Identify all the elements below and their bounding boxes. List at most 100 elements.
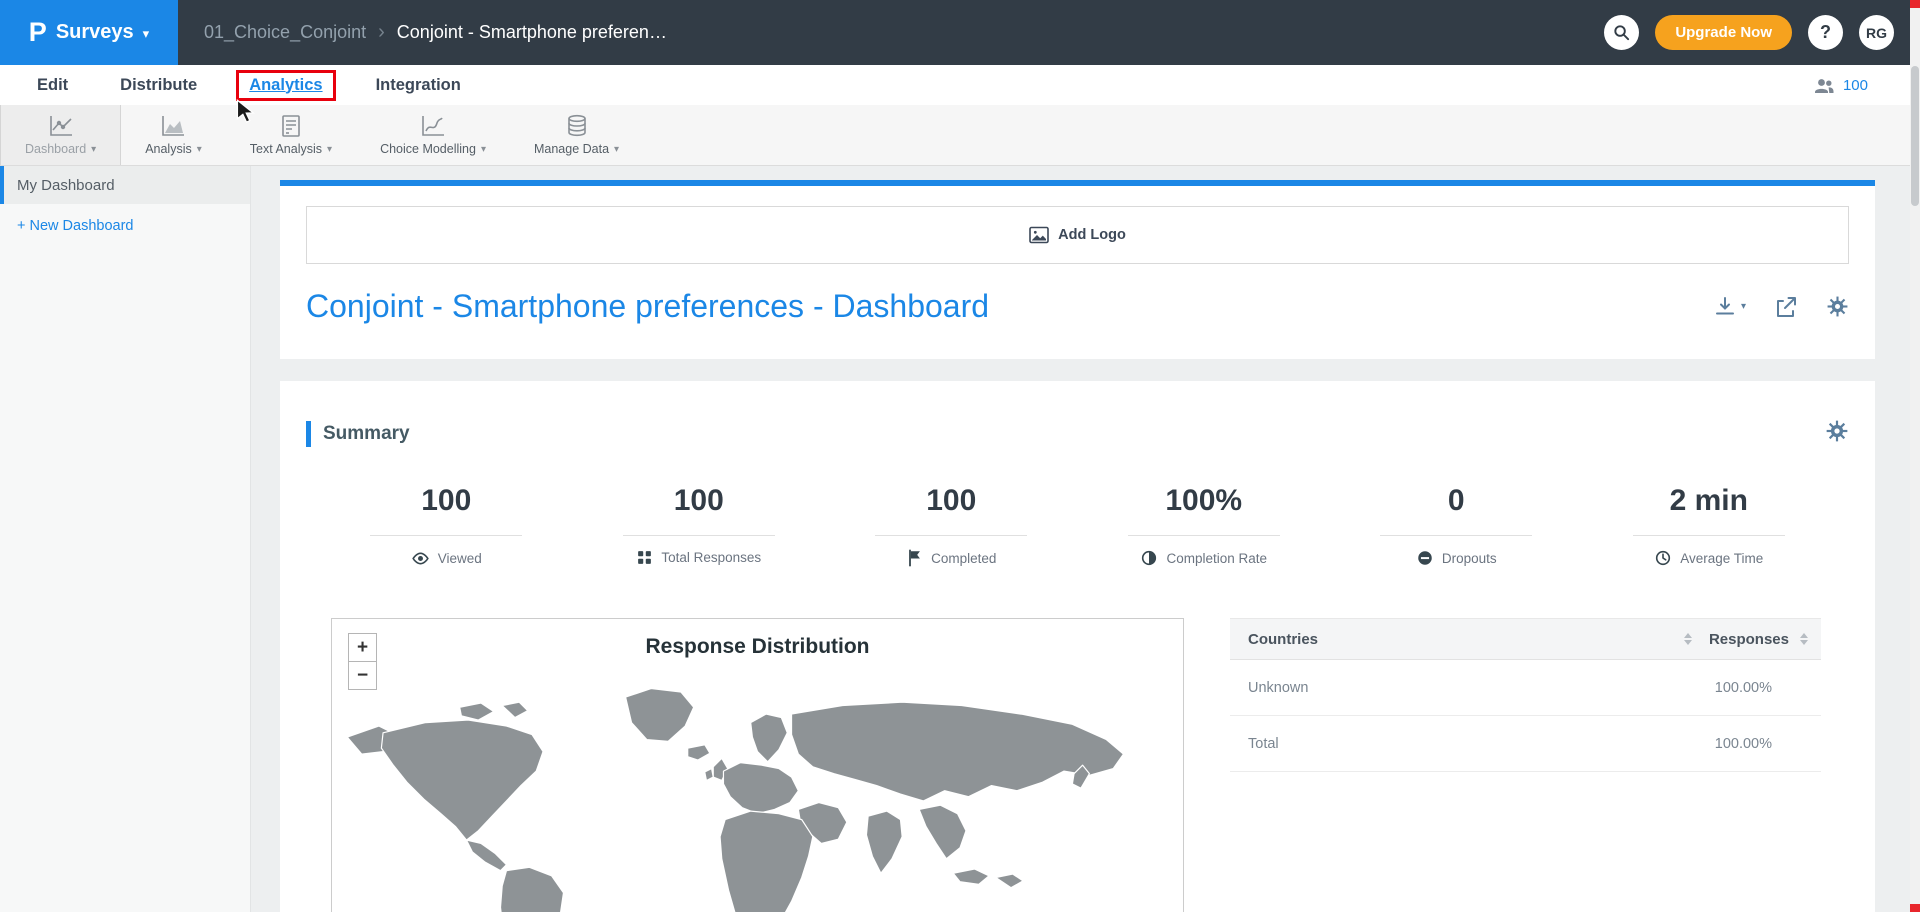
stat-value: 100 (320, 484, 573, 518)
page-title: Conjoint - Smartphone preferences - Dash… (306, 288, 989, 325)
search-icon (1612, 23, 1631, 42)
avatar-initials: RG (1866, 25, 1887, 41)
app-name: Surveys (56, 21, 134, 44)
toolbar-label: Analysis (145, 142, 192, 156)
stat-label: Total Responses (661, 550, 761, 565)
stat-value: 0 (1330, 484, 1583, 518)
sort-icon[interactable] (1799, 632, 1809, 646)
stat-label: Completed (931, 551, 996, 566)
tab-edit[interactable]: Edit (37, 76, 68, 95)
share-icon (1774, 295, 1798, 319)
responses-cell: 100.00% (1715, 680, 1772, 696)
sort-icon[interactable] (1683, 632, 1693, 646)
tab-analytics[interactable]: Analytics (249, 76, 322, 94)
scrollbar-bottom-marker (1910, 904, 1920, 912)
surveys-menu[interactable]: P Surveys ▾ (0, 0, 178, 65)
breadcrumb-parent-link[interactable]: 01_Choice_Conjoint (204, 22, 366, 43)
stat-label: Average Time (1680, 551, 1763, 566)
scrollbar-thumb[interactable] (1911, 66, 1919, 206)
responses-count-link[interactable]: 100 (1843, 77, 1868, 94)
add-logo-label: Add Logo (1058, 227, 1126, 243)
toolbar-label: Choice Modelling (380, 142, 476, 156)
scrollbar-top-marker (1910, 0, 1920, 8)
gear-icon (1825, 419, 1849, 443)
avatar[interactable]: RG (1859, 15, 1894, 50)
vertical-scrollbar[interactable] (1910, 0, 1920, 912)
breadcrumb-current: Conjoint - Smartphone preferen… (397, 22, 667, 43)
breadcrumb: 01_Choice_Conjoint › Conjoint - Smartpho… (204, 21, 667, 44)
eye-icon (411, 549, 430, 568)
minus-circle-icon (1416, 549, 1434, 567)
stat-viewed: 100 Viewed (320, 484, 573, 568)
stat-value: 100 (825, 484, 1078, 518)
chevron-down-icon: ▾ (481, 144, 486, 155)
countries-table-header: Countries Responses (1230, 618, 1821, 660)
new-dashboard-link[interactable]: + New Dashboard (0, 218, 250, 234)
toolbar-item-dashboard[interactable]: Dashboard▾ (0, 105, 121, 165)
tab-distribute[interactable]: Distribute (120, 76, 197, 95)
people-icon (1814, 76, 1834, 94)
toolbar-item-analysis[interactable]: Analysis ▾ (121, 105, 226, 165)
tab-integration[interactable]: Integration (376, 76, 461, 95)
world-map[interactable] (332, 673, 1183, 912)
search-button[interactable] (1604, 15, 1639, 50)
help-button[interactable]: ? (1808, 15, 1843, 50)
half-circle-icon (1140, 549, 1158, 567)
table-row: Unknown 100.00% (1230, 660, 1821, 716)
toolbar-item-manage-data[interactable]: Manage Data ▾ (510, 105, 643, 165)
column-header-responses[interactable]: Responses (1709, 631, 1789, 648)
column-header-countries[interactable]: Countries (1248, 631, 1683, 648)
chevron-down-icon: ▾ (143, 26, 150, 42)
stat-label: Completion Rate (1166, 551, 1267, 566)
responses-cell: 100.00% (1715, 736, 1772, 752)
line-chart-icon (48, 114, 74, 138)
download-button[interactable]: ▾ (1713, 295, 1746, 319)
stat-value: 2 min (1583, 484, 1836, 518)
toolbar-label: Text Analysis (250, 142, 322, 156)
stat-label: Dropouts (1442, 551, 1497, 566)
gear-icon (1826, 295, 1849, 318)
clock-icon (1654, 549, 1672, 567)
area-chart-icon (160, 114, 186, 138)
map-title: Response Distribution (332, 635, 1183, 659)
annotation-highlight-box: Analytics (236, 70, 335, 101)
add-logo-button[interactable]: Add Logo (306, 206, 1849, 264)
upgrade-now-button[interactable]: Upgrade Now (1655, 15, 1792, 50)
breadcrumb-separator-icon: › (378, 21, 385, 44)
chevron-down-icon: ▾ (327, 144, 332, 155)
chevron-down-icon: ▾ (614, 144, 619, 155)
image-icon (1029, 226, 1049, 244)
stat-label: Viewed (438, 551, 482, 566)
stat-dropouts: 0 Dropouts (1330, 484, 1583, 568)
grid-icon (636, 549, 653, 566)
stat-total-responses: 100 Total Responses (573, 484, 826, 568)
sidebar-item-label: My Dashboard (17, 177, 115, 194)
summary-heading: Summary (323, 423, 410, 445)
table-row: Total 100.00% (1230, 716, 1821, 772)
summary-settings-button[interactable] (1825, 419, 1849, 448)
chevron-down-icon: ▾ (1741, 301, 1746, 312)
analytics-toolbar: Dashboard▾ Analysis ▾ Text Analysis ▾ Choi… (0, 105, 1920, 166)
countries-table: Countries Responses Unknown 100.00% (1230, 618, 1821, 912)
stat-value: 100 (573, 484, 826, 518)
toolbar-item-choice-modelling[interactable]: Choice Modelling ▾ (356, 105, 510, 165)
summary-stats: 100 Viewed 100 Total Responses (280, 484, 1875, 568)
app-logo-icon: P (29, 19, 47, 46)
sidebar-item-my-dashboard[interactable]: My Dashboard (0, 166, 250, 204)
stat-completed: 100 Completed (825, 484, 1078, 568)
zoom-in-button[interactable]: + (348, 633, 377, 662)
dashboard-header-card: Add Logo Conjoint - Smartphone preferenc… (280, 180, 1875, 359)
share-button[interactable] (1774, 295, 1798, 319)
zoom-out-button[interactable]: − (348, 661, 377, 690)
chevron-down-icon: ▾ (197, 144, 202, 155)
text-analysis-icon (278, 114, 304, 138)
stat-completion-rate: 100% Completion Rate (1078, 484, 1331, 568)
stat-value: 100% (1078, 484, 1331, 518)
stat-average-time: 2 min Average Time (1583, 484, 1836, 568)
toolbar-label: Manage Data (534, 142, 609, 156)
download-icon (1713, 295, 1737, 319)
main-content: Add Logo Conjoint - Smartphone preferenc… (251, 166, 1910, 912)
settings-button[interactable] (1826, 295, 1849, 318)
question-mark-icon: ? (1820, 22, 1831, 43)
country-cell: Unknown (1248, 680, 1715, 696)
